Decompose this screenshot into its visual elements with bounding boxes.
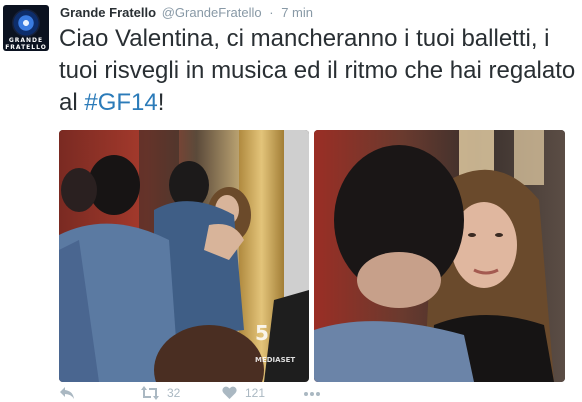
avatar-brand-top: GRANDE xyxy=(8,37,44,44)
tweet-photo-left[interactable]: 5 MEDIASET xyxy=(59,130,309,382)
tweet-text: Ciao Valentina, ci mancheranno i tuoi ba… xyxy=(59,23,577,119)
tweet-photo-right[interactable] xyxy=(314,130,565,382)
favorite-count: 121 xyxy=(245,386,266,400)
tweet-header: Grande Fratello @GrandeFratello · 7 min xyxy=(60,5,313,20)
eye-logo-icon xyxy=(12,9,40,37)
photo-emotional-closeup-icon xyxy=(314,130,565,382)
retweet-button[interactable]: 32 xyxy=(141,386,180,400)
more-dots-icon xyxy=(304,392,320,396)
reply-icon xyxy=(60,387,74,399)
mediaset-watermark: MEDIASET xyxy=(255,356,295,364)
retweet-icon xyxy=(141,386,159,400)
tweet-timestamp[interactable]: 7 min xyxy=(281,5,313,20)
photo-hug-scene-icon: 5 MEDIASET xyxy=(59,130,309,382)
tweet-text-end: ! xyxy=(157,89,165,116)
reply-button[interactable] xyxy=(59,386,75,400)
favorite-button[interactable]: 121 xyxy=(222,386,265,400)
hashtag-link[interactable]: #GF14 xyxy=(84,89,157,116)
tweet-card: GRANDE FRATELLO Grande Fratello @GrandeF… xyxy=(0,0,582,402)
account-avatar[interactable]: GRANDE FRATELLO xyxy=(3,5,49,51)
more-button[interactable] xyxy=(304,392,320,396)
tweet-actions: 32 121 xyxy=(59,386,559,402)
username[interactable]: @GrandeFratello xyxy=(162,5,262,20)
channel-5-logo-icon: 5 xyxy=(255,321,269,345)
retweet-count: 32 xyxy=(167,386,181,400)
avatar-brand-bottom: FRATELLO xyxy=(5,44,47,51)
heart-icon xyxy=(222,386,237,399)
display-name[interactable]: Grande Fratello xyxy=(60,5,156,20)
header-separator: · xyxy=(269,5,274,20)
